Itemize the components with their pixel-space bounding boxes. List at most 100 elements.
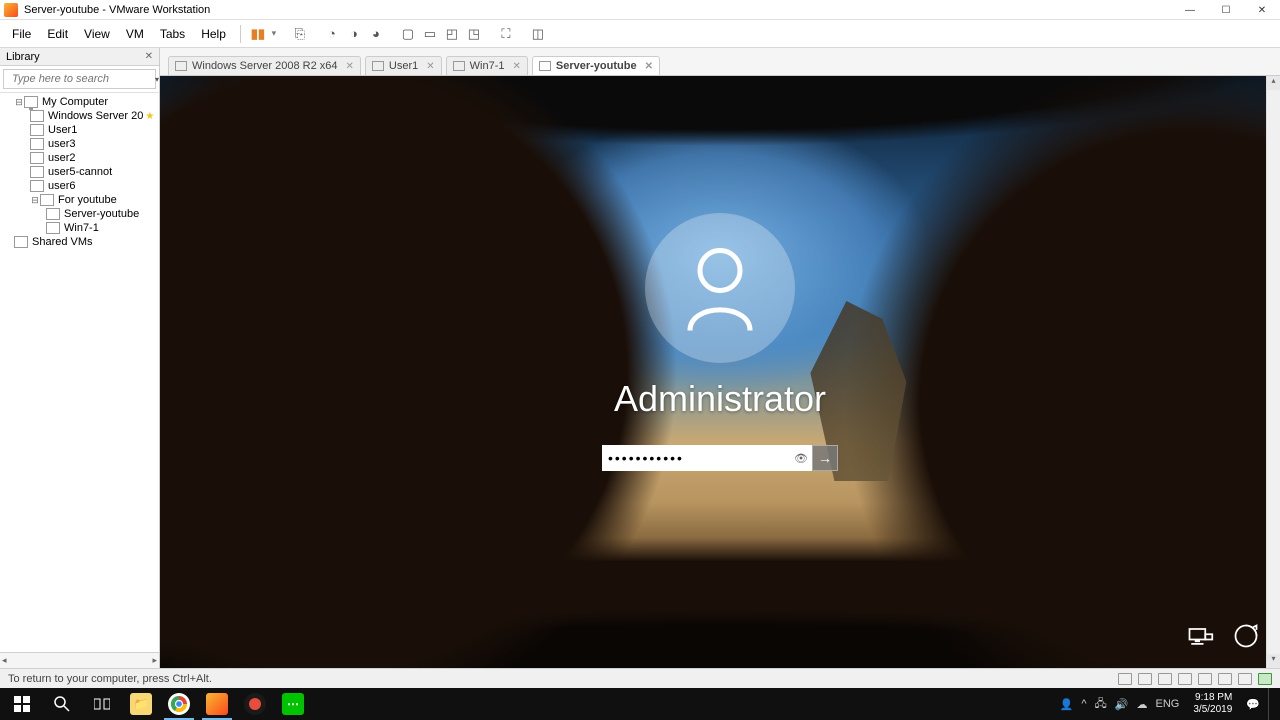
taskbar-app-chrome[interactable] [160,688,198,720]
taskbar-app-vmware[interactable] [198,688,236,720]
library-title: Library [6,51,40,63]
window-minimize-button[interactable]: — [1172,0,1208,20]
device-icons [1118,673,1272,685]
window-title: Server-youtube - VMware Workstation [24,4,210,16]
window-close-button[interactable]: ✕ [1244,0,1280,20]
window-maximize-button[interactable]: ☐ [1208,0,1244,20]
menu-vm[interactable]: VM [118,23,152,45]
menu-help[interactable]: Help [193,23,234,45]
vmware-statusbar: To return to your computer, press Ctrl+A… [0,668,1280,688]
password-input[interactable] [608,450,806,466]
taskbar-app-line[interactable]: ⋯ [274,688,312,720]
ease-of-access-icon[interactable] [1232,622,1260,650]
favorite-star-icon: ★ [145,111,154,122]
vm-icon [453,61,465,71]
vm-tab[interactable]: User1✕ [365,56,442,75]
password-field-container: 👁 [602,445,812,471]
unity-button[interactable]: ◫ [527,23,549,45]
fullscreen-button[interactable]: ⛶ [495,23,517,45]
send-ctrlaltdel-button[interactable]: ⎘ [289,23,311,45]
clock-time: 9:18 PM [1193,692,1232,704]
tray-notifications-icon[interactable]: 💬 [1246,698,1260,711]
show-desktop-button[interactable] [1268,688,1274,720]
vm-tabs: Windows Server 2008 R2 x64✕ User1✕ Win7-… [160,48,1280,76]
menu-edit[interactable]: Edit [39,23,76,45]
tray-onedrive-icon[interactable]: ☁ [1137,698,1148,711]
device-net-icon[interactable] [1158,673,1172,685]
device-cd-icon[interactable] [1138,673,1152,685]
stretch-button[interactable]: ◰ [441,23,463,45]
viewport-vertical-scrollbar[interactable]: ▴▾ [1266,76,1280,668]
tray-volume-icon[interactable]: 🔊 [1115,698,1129,711]
device-sound-icon[interactable] [1198,673,1212,685]
main-area: Windows Server 2008 R2 x64✕ User1✕ Win7-… [160,48,1280,668]
tray-clock[interactable]: 9:18 PM 3/5/2019 [1187,692,1238,716]
snapshot-revert-button[interactable]: ◑ [343,23,365,45]
reveal-password-icon[interactable]: 👁 [794,452,808,465]
tree-shared-vms[interactable]: Shared VMs [0,235,159,249]
tab-close-icon[interactable]: ✕ [426,61,434,72]
menu-file[interactable]: File [4,23,39,45]
system-tray: 👤 ^ 🖧 🔊 ☁ ENG 9:18 PM 3/5/2019 💬 [1060,688,1278,720]
tray-chevron-up-icon[interactable]: ^ [1081,698,1086,710]
vm-tab[interactable]: Win7-1✕ [446,56,528,75]
power-dropdown[interactable]: ▾ [269,28,279,39]
tab-close-icon[interactable]: ✕ [645,61,653,72]
snapshot-manager-button[interactable]: ◕ [365,23,387,45]
tree-vm-item[interactable]: user2 [0,151,159,165]
taskbar-app-recorder[interactable] [236,688,274,720]
vm-tab[interactable]: Windows Server 2008 R2 x64✕ [168,56,361,75]
menu-view[interactable]: View [76,23,118,45]
tree-folder[interactable]: ⊟For youtube [0,193,159,207]
tree-vm-item[interactable]: Win7-1 [0,221,159,235]
host-taskbar: 📁 ⋯ 👤 ^ 🖧 🔊 ☁ ENG 9:18 PM 3/5/2019 💬 [0,688,1280,720]
tree-vm-item[interactable]: user5-cannot [0,165,159,179]
vm-tab-active[interactable]: Server-youtube✕ [532,56,660,75]
library-search[interactable]: ▾ [3,69,156,89]
search-dropdown-icon[interactable]: ▾ [155,75,159,84]
device-message-icon[interactable] [1258,673,1272,685]
library-sidebar: Library ✕ ▾ ⊟My Computer Windows Server … [0,48,160,668]
taskbar-search-button[interactable] [42,688,82,720]
device-display-icon[interactable] [1238,673,1252,685]
task-view-button[interactable] [82,688,122,720]
vm-icon [372,61,384,71]
login-submit-button[interactable]: → [812,445,838,471]
library-close-button[interactable]: ✕ [145,51,153,62]
tab-close-icon[interactable]: ✕ [512,61,520,72]
menu-bar: File Edit View VM Tabs Help ▮▮ ▾ ⎘ ◔ ◑ ◕… [0,20,1280,48]
free-stretch-button[interactable]: ◳ [463,23,485,45]
fit-window-button[interactable]: ▭ [419,23,441,45]
library-tree: ⊟My Computer Windows Server 20★ User1 us… [0,93,159,652]
taskbar-app-explorer[interactable]: 📁 [122,688,160,720]
device-hdd-icon[interactable] [1118,673,1132,685]
tray-network-icon[interactable]: 🖧 [1095,695,1107,714]
tree-my-computer[interactable]: ⊟My Computer [0,95,159,109]
chrome-icon [170,695,188,713]
device-printer-icon[interactable] [1218,673,1232,685]
library-search-input[interactable] [12,73,155,85]
vm-viewport[interactable]: Administrator 👁 → ▴▾ [160,76,1280,668]
sidebar-horizontal-scrollbar[interactable]: ◂▸ [0,652,159,668]
tab-close-icon[interactable]: ✕ [346,61,354,72]
taskview-icon [94,697,110,711]
fit-guest-button[interactable]: ▢ [397,23,419,45]
pause-vm-button[interactable]: ▮▮ [247,23,269,45]
tree-vm-item[interactable]: user6 [0,179,159,193]
snapshot-take-button[interactable]: ◔ [321,23,343,45]
tree-vm-item[interactable]: Windows Server 20★ [0,109,159,123]
tree-vm-item[interactable]: Server-youtube [0,207,159,221]
clock-date: 3/5/2019 [1193,704,1232,716]
menu-tabs[interactable]: Tabs [152,23,193,45]
vm-icon [539,61,551,71]
start-button[interactable] [2,688,42,720]
tree-vm-item[interactable]: user3 [0,137,159,151]
vm-icon [175,61,187,71]
tree-vm-item[interactable]: User1 [0,123,159,137]
window-titlebar: Server-youtube - VMware Workstation — ☐ … [0,0,1280,20]
library-header: Library ✕ [0,48,159,66]
tray-language-indicator[interactable]: ENG [1156,698,1180,710]
device-usb-icon[interactable] [1178,673,1192,685]
tray-people-icon[interactable]: 👤 [1060,698,1074,711]
network-icon[interactable] [1186,622,1214,650]
